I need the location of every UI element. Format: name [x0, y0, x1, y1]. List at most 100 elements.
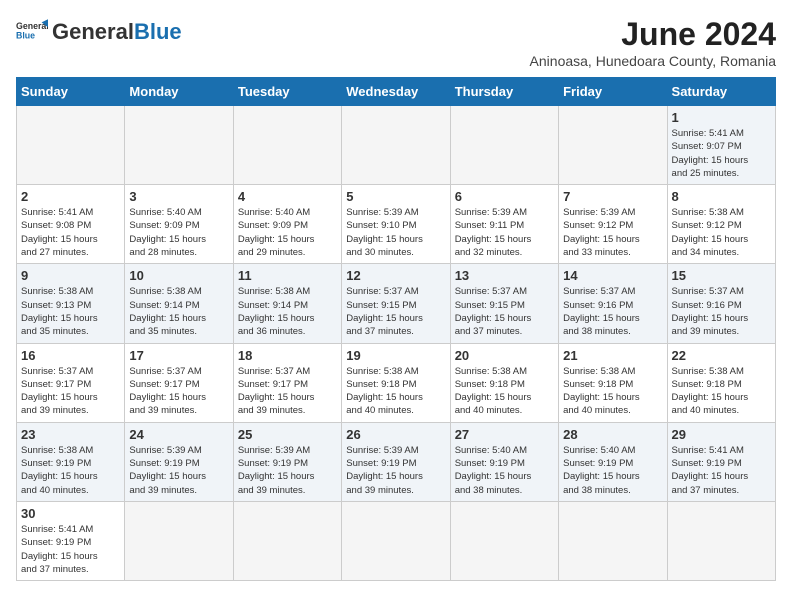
calendar-cell [125, 106, 233, 185]
week-row-1: 1Sunrise: 5:41 AMSunset: 9:07 PMDaylight… [17, 106, 776, 185]
calendar-cell: 17 Sunrise: 5:37 AMSunset: 9:17 PMDayligh… [125, 343, 233, 422]
day-number: 8 [672, 189, 771, 204]
day-number: 10 [129, 268, 228, 283]
calendar-cell: 23 Sunrise: 5:38 AMSunset: 9:19 PMDayligh… [17, 422, 125, 501]
day-info: Sunrise: 5:37 AMSunset: 9:17 PMDaylight:… [21, 365, 120, 418]
day-number: 3 [129, 189, 228, 204]
day-info: Sunrise: 5:40 AMSunset: 9:19 PMDaylight:… [563, 444, 662, 497]
day-number: 4 [238, 189, 337, 204]
day-info: Sunrise: 5:41 AMSunset: 9:08 PMDaylight:… [21, 206, 120, 259]
day-info: Sunrise: 5:38 AMSunset: 9:18 PMDaylight:… [672, 365, 771, 418]
calendar-cell: 14Sunrise: 5:37 AMSunset: 9:16 PMDayligh… [559, 264, 667, 343]
title-area: June 2024 Aninoasa, Hunedoara County, Ro… [530, 16, 776, 69]
calendar-cell: 27 Sunrise: 5:40 AMSunset: 9:19 PMDayligh… [450, 422, 558, 501]
week-row-6: 30 Sunrise: 5:41 AMSunset: 9:19 PMDayligh… [17, 501, 776, 580]
day-number: 21 [563, 348, 662, 363]
weekday-header-saturday: Saturday [667, 78, 775, 106]
day-number: 19 [346, 348, 445, 363]
calendar-cell: 24 Sunrise: 5:39 AMSunset: 9:19 PMDayligh… [125, 422, 233, 501]
calendar-cell: 30 Sunrise: 5:41 AMSunset: 9:19 PMDayligh… [17, 501, 125, 580]
day-number: 17 [129, 348, 228, 363]
calendar-cell: 9 Sunrise: 5:38 AMSunset: 9:13 PMDaylight… [17, 264, 125, 343]
calendar-cell: 21Sunrise: 5:38 AMSunset: 9:18 PMDayligh… [559, 343, 667, 422]
weekday-header-thursday: Thursday [450, 78, 558, 106]
day-number: 9 [21, 268, 120, 283]
day-info: Sunrise: 5:38 AMSunset: 9:19 PMDaylight:… [21, 444, 120, 497]
day-info: Sunrise: 5:40 AMSunset: 9:19 PMDaylight:… [455, 444, 554, 497]
calendar-cell [17, 106, 125, 185]
day-info: Sunrise: 5:39 AMSunset: 9:19 PMDaylight:… [238, 444, 337, 497]
day-number: 11 [238, 268, 337, 283]
calendar-cell: 15 Sunrise: 5:37 AMSunset: 9:16 PMDayligh… [667, 264, 775, 343]
day-number: 13 [455, 268, 554, 283]
weekday-header-friday: Friday [559, 78, 667, 106]
calendar-table: SundayMondayTuesdayWednesdayThursdayFrid… [16, 77, 776, 581]
calendar-cell: 12Sunrise: 5:37 AMSunset: 9:15 PMDayligh… [342, 264, 450, 343]
day-number: 25 [238, 427, 337, 442]
day-number: 30 [21, 506, 120, 521]
calendar-cell [342, 501, 450, 580]
week-row-5: 23 Sunrise: 5:38 AMSunset: 9:19 PMDayligh… [17, 422, 776, 501]
day-info: Sunrise: 5:39 AMSunset: 9:19 PMDaylight:… [346, 444, 445, 497]
day-number: 6 [455, 189, 554, 204]
calendar-cell: 7Sunrise: 5:39 AMSunset: 9:12 PMDaylight… [559, 185, 667, 264]
day-info: Sunrise: 5:39 AMSunset: 9:12 PMDaylight:… [563, 206, 662, 259]
day-number: 24 [129, 427, 228, 442]
calendar-cell: 6Sunrise: 5:39 AMSunset: 9:11 PMDaylight… [450, 185, 558, 264]
calendar-cell: 25 Sunrise: 5:39 AMSunset: 9:19 PMDayligh… [233, 422, 341, 501]
week-row-3: 9 Sunrise: 5:38 AMSunset: 9:13 PMDaylight… [17, 264, 776, 343]
calendar-subtitle: Aninoasa, Hunedoara County, Romania [530, 53, 776, 69]
day-number: 23 [21, 427, 120, 442]
calendar-cell [559, 106, 667, 185]
calendar-title: June 2024 [530, 16, 776, 53]
calendar-cell [233, 106, 341, 185]
day-info: Sunrise: 5:37 AMSunset: 9:17 PMDaylight:… [238, 365, 337, 418]
weekday-header-tuesday: Tuesday [233, 78, 341, 106]
calendar-cell: 13Sunrise: 5:37 AMSunset: 9:15 PMDayligh… [450, 264, 558, 343]
calendar-cell [342, 106, 450, 185]
header: General Blue GeneralBlue June 2024 Anino… [16, 16, 776, 69]
day-number: 27 [455, 427, 554, 442]
calendar-cell: 22 Sunrise: 5:38 AMSunset: 9:18 PMDayligh… [667, 343, 775, 422]
calendar-cell: 10 Sunrise: 5:38 AMSunset: 9:14 PMDayligh… [125, 264, 233, 343]
day-number: 22 [672, 348, 771, 363]
day-number: 29 [672, 427, 771, 442]
calendar-cell: 18 Sunrise: 5:37 AMSunset: 9:17 PMDayligh… [233, 343, 341, 422]
week-row-4: 16Sunrise: 5:37 AMSunset: 9:17 PMDayligh… [17, 343, 776, 422]
calendar-cell: 26 Sunrise: 5:39 AMSunset: 9:19 PMDayligh… [342, 422, 450, 501]
svg-text:Blue: Blue [16, 30, 35, 40]
day-number: 26 [346, 427, 445, 442]
calendar-cell: 20Sunrise: 5:38 AMSunset: 9:18 PMDayligh… [450, 343, 558, 422]
calendar-cell [125, 501, 233, 580]
day-info: Sunrise: 5:37 AMSunset: 9:15 PMDaylight:… [346, 285, 445, 338]
calendar-cell: 4 Sunrise: 5:40 AMSunset: 9:09 PMDaylight… [233, 185, 341, 264]
day-info: Sunrise: 5:41 AMSunset: 9:19 PMDaylight:… [21, 523, 120, 576]
day-info: Sunrise: 5:37 AMSunset: 9:16 PMDaylight:… [672, 285, 771, 338]
weekday-header-sunday: Sunday [17, 78, 125, 106]
day-number: 18 [238, 348, 337, 363]
day-info: Sunrise: 5:38 AMSunset: 9:13 PMDaylight:… [21, 285, 120, 338]
calendar-cell: 5Sunrise: 5:39 AMSunset: 9:10 PMDaylight… [342, 185, 450, 264]
day-info: Sunrise: 5:38 AMSunset: 9:18 PMDaylight:… [346, 365, 445, 418]
week-row-2: 2 Sunrise: 5:41 AMSunset: 9:08 PMDaylight… [17, 185, 776, 264]
weekday-header-monday: Monday [125, 78, 233, 106]
day-info: Sunrise: 5:40 AMSunset: 9:09 PMDaylight:… [238, 206, 337, 259]
weekday-header-row: SundayMondayTuesdayWednesdayThursdayFrid… [17, 78, 776, 106]
day-info: Sunrise: 5:38 AMSunset: 9:12 PMDaylight:… [672, 206, 771, 259]
calendar-cell [233, 501, 341, 580]
calendar-cell [450, 106, 558, 185]
calendar-cell: 3Sunrise: 5:40 AMSunset: 9:09 PMDaylight… [125, 185, 233, 264]
logo: General Blue GeneralBlue [16, 16, 182, 48]
calendar-cell: 29Sunrise: 5:41 AMSunset: 9:19 PMDayligh… [667, 422, 775, 501]
calendar-cell [559, 501, 667, 580]
day-info: Sunrise: 5:41 AMSunset: 9:07 PMDaylight:… [672, 127, 771, 180]
day-number: 28 [563, 427, 662, 442]
day-info: Sunrise: 5:37 AMSunset: 9:16 PMDaylight:… [563, 285, 662, 338]
day-info: Sunrise: 5:37 AMSunset: 9:17 PMDaylight:… [129, 365, 228, 418]
calendar-cell [667, 501, 775, 580]
day-info: Sunrise: 5:38 AMSunset: 9:14 PMDaylight:… [129, 285, 228, 338]
weekday-header-wednesday: Wednesday [342, 78, 450, 106]
day-number: 2 [21, 189, 120, 204]
day-info: Sunrise: 5:39 AMSunset: 9:19 PMDaylight:… [129, 444, 228, 497]
day-number: 15 [672, 268, 771, 283]
